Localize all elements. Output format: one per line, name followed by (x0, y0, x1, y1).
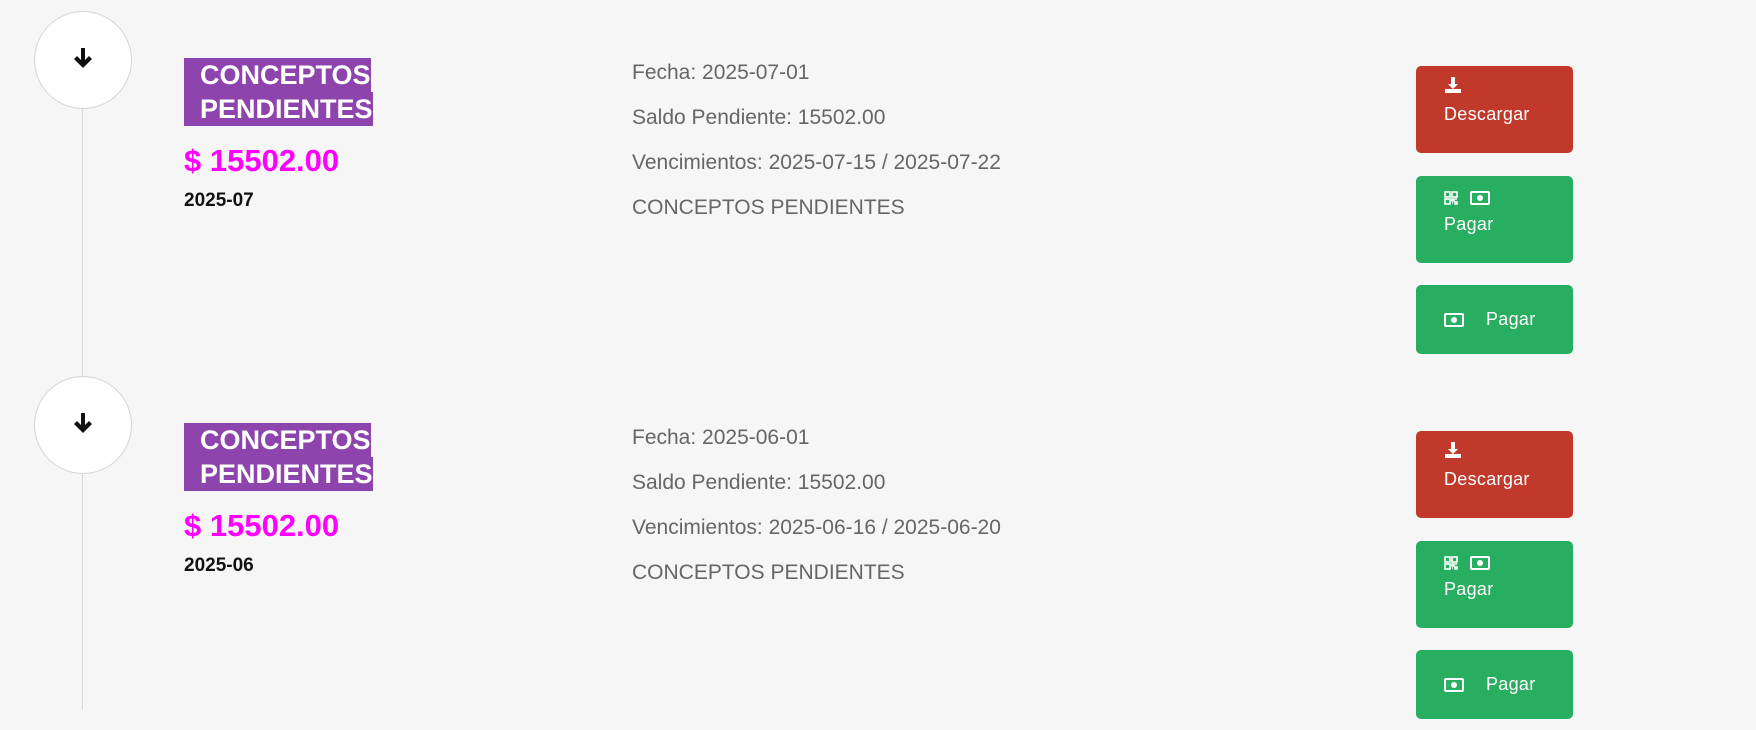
qrcode-icon (1444, 191, 1458, 205)
fecha: Fecha: 2025-07-01 (632, 61, 810, 84)
qrcode-icon (1444, 556, 1458, 570)
money-bill-icon (1470, 191, 1490, 205)
saldo-pendiente: Saldo Pendiente: 15502.00 (632, 106, 886, 129)
pay-cash-button[interactable]: Pagar (1416, 285, 1573, 354)
pay-qr-label: Pagar (1444, 579, 1494, 599)
timeline-entry: CONCEPTOS PENDIENTES $ 15502.00 2025-06 … (0, 365, 1756, 730)
arrow-down-icon (72, 46, 94, 75)
details: Fecha: 2025-07-01 Saldo Pendiente: 15502… (632, 58, 1001, 238)
pay-qr-label: Pagar (1444, 214, 1494, 234)
saldo-pendiente: Saldo Pendiente: 15502.00 (632, 471, 886, 494)
fecha: Fecha: 2025-06-01 (632, 426, 810, 449)
money-bill-icon (1444, 312, 1464, 327)
download-button[interactable]: Descargar (1416, 66, 1573, 153)
money-bill-icon (1444, 677, 1464, 692)
amount: $ 15502.00 (184, 508, 340, 543)
period: 2025-06 (184, 555, 254, 576)
details: Fecha: 2025-06-01 Saldo Pendiente: 15502… (632, 423, 1001, 603)
download-label: Descargar (1444, 104, 1530, 124)
arrow-down-icon (72, 411, 94, 440)
pay-qr-button[interactable]: Pagar (1416, 541, 1573, 628)
amount: $ 15502.00 (184, 143, 340, 178)
money-bill-icon (1470, 556, 1490, 570)
vencimientos: Vencimientos: 2025-06-16 / 2025-06-20 (632, 516, 1001, 539)
pay-cash-label: Pagar (1486, 309, 1536, 329)
pay-cash-button[interactable]: Pagar (1416, 650, 1573, 719)
concepto: CONCEPTOS PENDIENTES (632, 561, 905, 584)
timeline-entry: CONCEPTOS PENDIENTES $ 15502.00 2025-07 … (0, 0, 1756, 377)
download-button[interactable]: Descargar (1416, 431, 1573, 518)
pay-qr-button[interactable]: Pagar (1416, 176, 1573, 263)
status-tag: CONCEPTOS PENDIENTES (184, 58, 376, 126)
timeline-line (82, 107, 83, 377)
pay-cash-label: Pagar (1486, 674, 1536, 694)
status-tag: CONCEPTOS PENDIENTES (184, 423, 376, 491)
download-icon (1444, 441, 1573, 463)
timeline-line (82, 472, 83, 710)
period: 2025-07 (184, 190, 254, 211)
timeline-marker (34, 376, 132, 474)
download-icon (1444, 76, 1573, 98)
concepto: CONCEPTOS PENDIENTES (632, 196, 905, 219)
download-label: Descargar (1444, 469, 1530, 489)
timeline-marker (34, 11, 132, 109)
vencimientos: Vencimientos: 2025-07-15 / 2025-07-22 (632, 151, 1001, 174)
